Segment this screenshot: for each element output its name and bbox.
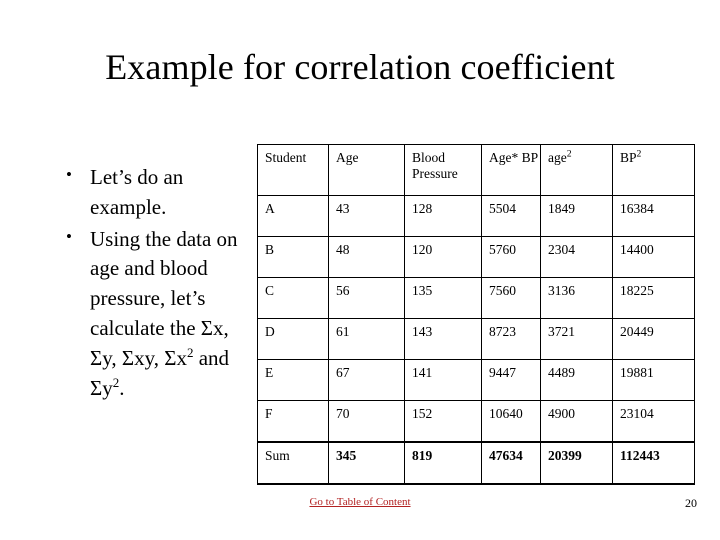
correlation-data-table: Student Age Blood Pressure Age* BP age2 … [257, 144, 695, 485]
page-number: 20 [685, 496, 697, 510]
table-row: D 61 143 8723 3721 20449 [257, 318, 695, 360]
cell-age: 61 [328, 318, 405, 360]
cell-age-bp: 5504 [481, 195, 541, 237]
cell-age-bp: 10640 [481, 400, 541, 443]
cell-bp-squared: 18225 [612, 277, 695, 319]
table-row: C 56 135 7560 3136 18225 [257, 277, 695, 319]
table-row: A 43 128 5504 1849 16384 [257, 195, 695, 237]
cell-bp-squared: 19881 [612, 359, 695, 401]
cell-sum-bp-squared: 112443 [612, 441, 695, 485]
cell-student: C [257, 277, 329, 319]
cell-age-bp: 8723 [481, 318, 541, 360]
header-exponent: 2 [566, 148, 572, 160]
table-of-content-link[interactable]: Go to Table of Content [309, 496, 410, 508]
header-base-text: BP [620, 150, 637, 165]
cell-bp-squared: 23104 [612, 400, 695, 443]
cell-student: D [257, 318, 329, 360]
page-title: Example for correlation coefficient [105, 47, 615, 87]
column-header-age-squared: age2 [540, 144, 613, 196]
column-header-student: Student [257, 144, 329, 196]
cell-blood-pressure: 143 [404, 318, 482, 360]
cell-age: 48 [328, 236, 405, 278]
cell-age-bp: 5760 [481, 236, 541, 278]
column-header-blood-pressure: Blood Pressure [404, 144, 482, 196]
cell-student: F [257, 400, 329, 443]
cell-age-bp: 7560 [481, 277, 541, 319]
cell-age-squared: 1849 [540, 195, 613, 237]
cell-age-bp: 9447 [481, 359, 541, 401]
cell-age-squared: 4489 [540, 359, 613, 401]
cell-age-squared: 2304 [540, 236, 613, 278]
bullet-marker-icon: • [66, 226, 72, 246]
table-of-content-link-container: Go to Table of Content [0, 496, 720, 508]
cell-bp-squared: 14400 [612, 236, 695, 278]
cell-sum-label: Sum [257, 441, 329, 485]
bullet-list: • Let’s do an example. • Using the data … [52, 163, 252, 406]
cell-blood-pressure: 128 [404, 195, 482, 237]
table-row-sum: Sum 345 819 47634 20399 112443 [257, 441, 695, 485]
cell-student: B [257, 236, 329, 278]
bullet-marker-icon: • [66, 165, 72, 184]
cell-student: E [257, 359, 329, 401]
column-header-bp-squared: BP2 [612, 144, 695, 196]
cell-blood-pressure: 120 [404, 236, 482, 278]
list-item: • Let’s do an example. [52, 163, 252, 223]
table-row: B 48 120 5760 2304 14400 [257, 236, 695, 278]
cell-sum-age: 345 [328, 441, 405, 485]
cell-sum-blood-pressure: 819 [404, 441, 482, 485]
column-header-age: Age [328, 144, 405, 196]
list-item-label: Using the data on age and blood pressure… [90, 226, 238, 400]
table-header-row: Student Age Blood Pressure Age* BP age2 … [257, 144, 695, 196]
cell-age: 56 [328, 277, 405, 319]
cell-age: 67 [328, 359, 405, 401]
cell-age-squared: 3721 [540, 318, 613, 360]
cell-blood-pressure: 141 [404, 359, 482, 401]
cell-blood-pressure: 152 [404, 400, 482, 443]
header-exponent: 2 [636, 148, 642, 160]
cell-sum-age-bp: 47634 [481, 441, 541, 485]
table-row: E 67 141 9447 4489 19881 [257, 359, 695, 401]
cell-sum-age-squared: 20399 [540, 441, 613, 485]
cell-age: 43 [328, 195, 405, 237]
data-table-container: Student Age Blood Pressure Age* BP age2 … [257, 144, 695, 485]
cell-bp-squared: 16384 [612, 195, 695, 237]
cell-blood-pressure: 135 [404, 277, 482, 319]
cell-age-squared: 3136 [540, 277, 613, 319]
column-header-age-bp: Age* BP [481, 144, 541, 196]
cell-bp-squared: 20449 [612, 318, 695, 360]
header-base-text: age [548, 150, 567, 165]
list-item: • Using the data on age and blood pressu… [52, 225, 252, 404]
list-item-label: Let’s do an example. [90, 165, 184, 219]
table-row: F 70 152 10640 4900 23104 [257, 400, 695, 443]
cell-age-squared: 4900 [540, 400, 613, 443]
cell-age: 70 [328, 400, 405, 443]
cell-student: A [257, 195, 329, 237]
